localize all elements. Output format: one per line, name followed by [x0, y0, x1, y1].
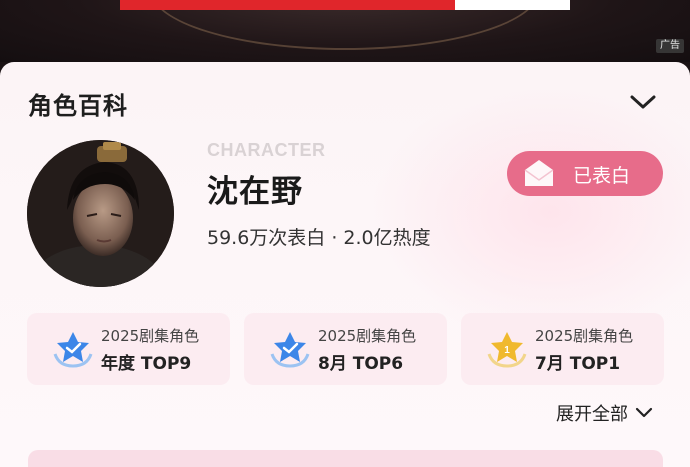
envelope-icon: [524, 160, 554, 186]
next-section-preview[interactable]: [28, 450, 663, 467]
badge-title: 2025剧集角色: [318, 327, 417, 345]
chevron-down-icon: [630, 95, 656, 109]
ad-label: 广告: [656, 39, 684, 53]
badge-july[interactable]: 1 2025剧集角色 7月 TOP1: [461, 313, 664, 385]
badge-rank: 7月 TOP1: [535, 354, 621, 374]
gold-star-medal-icon: 1: [487, 332, 527, 368]
expand-all-button[interactable]: 展开全部: [556, 400, 654, 426]
badge-august[interactable]: 2025剧集角色 8月 TOP6: [244, 313, 447, 385]
character-card: 角色百科 CHARACTER 沈在野 59.6万次表白 · 2.0亿热度 已表白…: [0, 62, 690, 467]
card-title: 角色百科: [28, 92, 128, 120]
badge-rank: 年度 TOP9: [101, 354, 192, 374]
expand-all-label: 展开全部: [556, 404, 628, 425]
blue-star-medal-icon: [270, 332, 310, 368]
character-label: CHARACTER: [207, 140, 326, 160]
ad-strip[interactable]: [120, 0, 570, 10]
card-glow: [370, 82, 690, 342]
avatar[interactable]: [27, 140, 174, 287]
badge-rank: 8月 TOP6: [318, 354, 404, 374]
confessed-button[interactable]: 已表白: [507, 151, 663, 196]
avatar-portrait: [27, 140, 174, 287]
badge-annual[interactable]: 2025剧集角色 年度 TOP9: [27, 313, 230, 385]
badge-title: 2025剧集角色: [535, 327, 634, 345]
character-name: 沈在野: [207, 174, 303, 210]
ad-strip-cta[interactable]: [455, 0, 570, 10]
confessed-label: 已表白: [573, 165, 631, 187]
svg-text:1: 1: [504, 345, 510, 356]
badge-title: 2025剧集角色: [101, 327, 200, 345]
character-stats: 59.6万次表白 · 2.0亿热度: [207, 227, 431, 249]
ad-banner[interactable]: 广告: [0, 0, 690, 62]
collapse-button[interactable]: [626, 88, 660, 116]
chevron-down-icon: [635, 407, 653, 418]
blue-star-medal-icon: [53, 332, 93, 368]
